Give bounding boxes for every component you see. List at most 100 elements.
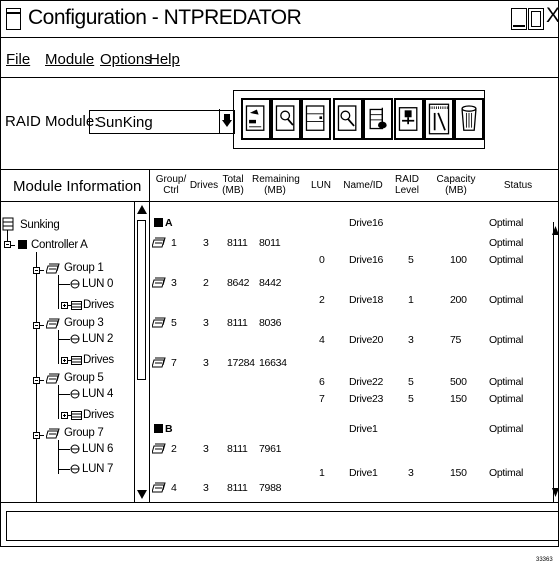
chevron-down-icon — [222, 114, 232, 127]
delete-button[interactable] — [454, 98, 484, 140]
col-name-id[interactable]: Name/ID — [343, 180, 383, 191]
tree-lun[interactable]: LUN 2 — [82, 333, 113, 345]
maximize-button[interactable] — [528, 8, 544, 30]
collapse-toggle[interactable] — [33, 322, 40, 329]
table-row[interactable] — [150, 355, 550, 371]
tree-group[interactable]: Group 7 — [64, 427, 104, 439]
table-row[interactable] — [150, 315, 550, 331]
scroll-up-arrow-icon[interactable] — [137, 205, 147, 214]
row-capacity: 200 — [450, 294, 467, 306]
table-row[interactable] — [150, 480, 550, 496]
raid-module-toolbar: RAID Module: SunKing — [0, 78, 559, 170]
collapse-toggle[interactable] — [4, 241, 11, 248]
tree-group[interactable]: Group 3 — [64, 317, 104, 329]
tree-drives[interactable]: Drives — [83, 299, 114, 311]
add-module-button[interactable] — [394, 98, 424, 140]
tree-controller-a[interactable]: Controller A — [31, 239, 88, 251]
col-capacity[interactable]: Capacity (MB) — [436, 174, 476, 196]
row-status: Optimal — [489, 467, 524, 479]
row-lun: 2 — [319, 294, 325, 306]
recovery-icon — [337, 105, 357, 131]
status-bar — [0, 502, 559, 547]
tree-lun[interactable]: LUN 7 — [82, 463, 113, 475]
dropdown-arrow-button[interactable] — [219, 109, 234, 134]
col-total[interactable]: Total (MB) — [220, 174, 246, 196]
drive-group-icon — [152, 443, 166, 454]
raid-module-label: RAID Module: — [5, 113, 99, 130]
row-name-id: Drive20 — [349, 334, 384, 346]
window-title: Configuration - NTPREDATOR — [28, 6, 302, 29]
recovery-button[interactable] — [333, 98, 363, 140]
col-total-line1: Total — [222, 174, 244, 185]
collapse-toggle[interactable] — [33, 267, 40, 274]
tree-lun[interactable]: LUN 6 — [82, 443, 113, 455]
row-controller: A — [165, 217, 173, 229]
col-group-ctrl-line2: Ctrl — [163, 185, 179, 196]
module-information-label: Module Information — [13, 178, 142, 195]
expand-toggle[interactable] — [61, 357, 68, 364]
table-row[interactable] — [150, 275, 550, 291]
tree-vertical-scrollbar[interactable] — [134, 202, 148, 502]
scroll-down-arrow-icon[interactable] — [552, 488, 559, 498]
lun-icon — [70, 279, 80, 289]
tree-group[interactable]: Group 5 — [64, 372, 104, 384]
row-group: 1 — [171, 237, 177, 249]
row-group: 4 — [171, 482, 177, 494]
tree-lun[interactable]: LUN 4 — [82, 388, 113, 400]
tree-lun[interactable]: LUN 0 — [82, 278, 113, 290]
tree-group[interactable]: Group 1 — [64, 262, 104, 274]
menu-module[interactable]: Module — [45, 51, 94, 68]
row-name-id: Drive23 — [349, 393, 384, 405]
row-remaining: 8036 — [259, 317, 282, 329]
drive-group-icon — [152, 357, 166, 368]
row-capacity: 75 — [450, 334, 462, 346]
module-profile-button[interactable] — [363, 98, 393, 140]
close-button[interactable]: X — [546, 4, 559, 28]
row-raid-level: 5 — [408, 376, 414, 388]
row-remaining: 7961 — [259, 443, 282, 455]
row-capacity: 150 — [450, 467, 467, 479]
col-lun[interactable]: LUN — [309, 180, 333, 191]
module-information-header: Module Information — [0, 170, 150, 202]
col-status[interactable]: Status — [498, 180, 538, 191]
scrollbar-thumb[interactable] — [137, 220, 146, 380]
row-lun: 6 — [319, 376, 325, 388]
title-bar[interactable]: Configuration - NTPREDATOR X — [0, 0, 559, 38]
collapse-toggle[interactable] — [33, 432, 40, 439]
drives-icon — [71, 411, 82, 420]
figure-number: 33363 — [536, 557, 553, 563]
table-vertical-scrollbar[interactable] — [553, 222, 559, 502]
tree-root-sunking[interactable]: Sunking — [20, 219, 60, 231]
lun-icon — [70, 389, 80, 399]
trash-can-icon — [461, 105, 477, 131]
menu-help[interactable]: Help — [149, 51, 180, 68]
scroll-up-arrow-icon[interactable] — [552, 226, 559, 236]
row-capacity: 500 — [450, 376, 467, 388]
menu-file[interactable]: File — [6, 51, 30, 68]
menu-options[interactable]: Options — [100, 51, 152, 68]
collapse-toggle[interactable] — [33, 377, 40, 384]
configuration-button[interactable] — [241, 98, 271, 140]
status-button[interactable] — [271, 98, 301, 140]
expand-toggle[interactable] — [61, 302, 68, 309]
configuration-icon — [245, 105, 265, 131]
row-status: Optimal — [489, 254, 524, 266]
table-row[interactable] — [150, 441, 550, 457]
expand-toggle[interactable] — [61, 412, 68, 419]
row-total: 8111 — [227, 237, 248, 249]
col-raid-level[interactable]: RAID Level — [394, 174, 420, 196]
col-group-ctrl[interactable]: Group/ Ctrl — [154, 174, 188, 196]
system-menu-icon[interactable] — [6, 8, 21, 30]
minimize-button[interactable] — [511, 8, 527, 30]
drive-group-icon — [46, 428, 60, 439]
col-drives[interactable]: Drives — [189, 180, 219, 191]
maintenance-button[interactable] — [301, 98, 331, 140]
tree-drives[interactable]: Drives — [83, 354, 114, 366]
row-status: Optimal — [489, 217, 524, 229]
col-remaining[interactable]: Remaining (MB) — [252, 174, 300, 196]
scroll-down-arrow-icon[interactable] — [137, 490, 147, 499]
row-lun: 0 — [319, 254, 325, 266]
add-module-icon — [398, 107, 418, 131]
tree-drives[interactable]: Drives — [83, 409, 114, 421]
tuning-button[interactable] — [424, 98, 454, 140]
